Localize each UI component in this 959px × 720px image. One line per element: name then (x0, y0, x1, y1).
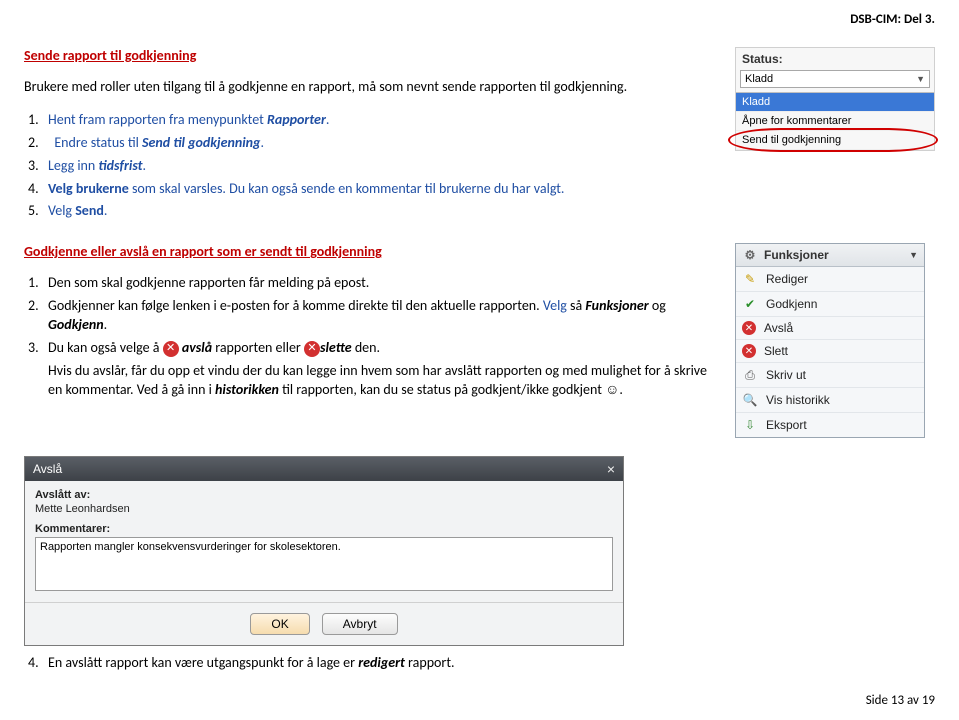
delete-icon: ✕ (742, 344, 756, 358)
menu-item-delete[interactable]: ✕Slett (736, 340, 924, 363)
dialog-title: Avslå (33, 462, 62, 476)
print-icon: ⎙ (742, 367, 758, 383)
status-options-list: Kladd Åpne for kommentarer Send til godk… (736, 92, 934, 150)
status-selected-value: Kladd (745, 73, 773, 85)
step-number: 3. (28, 157, 48, 176)
dialog-titlebar: Avslå × (25, 457, 623, 481)
export-icon: ⇩ (742, 417, 758, 433)
comments-textarea[interactable] (35, 537, 613, 591)
status-dropdown-panel: Status: Kladd ▼ Kladd Åpne for kommentar… (735, 47, 935, 151)
status-option-send-approval[interactable]: Send til godkjenning (736, 131, 934, 150)
menu-item-reject[interactable]: ✕Avslå (736, 317, 924, 340)
intro-paragraph: Brukere med roller uten tilgang til å go… (24, 78, 715, 97)
menu-item-export[interactable]: ⇩Eksport (736, 413, 924, 437)
reject-dialog: Avslå × Avslått av: Mette Leonhardsen Ko… (24, 456, 624, 646)
chevron-down-icon: ▼ (916, 74, 925, 84)
step-number: 4. (28, 654, 48, 673)
check-icon: ✔ (742, 296, 758, 312)
step-text: Den som skal godkjenne rapporten får mel… (48, 274, 369, 293)
rejected-by-label: Avslått av: (35, 489, 613, 501)
status-option-open-comments[interactable]: Åpne for kommentarer (736, 112, 934, 131)
reject-icon: ✕ (742, 321, 756, 335)
step-number: 2. (28, 297, 48, 335)
close-icon[interactable]: × (607, 461, 615, 477)
comments-label: Kommentarer: (35, 523, 613, 535)
rejected-by-value: Mette Leonhardsen (35, 503, 613, 515)
note-paragraph: Hvis du avslår, får du opp et vindu der … (48, 362, 715, 400)
step-text: Hent fram rapporten fra menypunktet Rapp… (48, 111, 329, 130)
chevron-down-icon: ▼ (909, 250, 918, 260)
step-text: Du kan også velge å ✕ avslå rapporten el… (48, 339, 380, 358)
page-number: Side 13 av 19 (24, 693, 935, 708)
step-text: Velg brukerne som skal varsles. Du kan o… (48, 180, 564, 199)
step-number: 2. (28, 134, 48, 153)
history-icon: 🔍 (742, 392, 758, 408)
cancel-button[interactable]: Avbryt (322, 613, 398, 635)
functions-menu-title: Funksjoner (764, 248, 829, 262)
step-text: Legg inn tidsfrist. (48, 157, 146, 176)
ok-button[interactable]: OK (250, 613, 309, 635)
menu-item-edit[interactable]: ✎Rediger (736, 267, 924, 292)
status-label: Status: (736, 48, 934, 66)
step-text: Endre status til Send til godkjenning. (48, 134, 264, 153)
step-text: Godkjenner kan følge lenken i e-posten f… (48, 297, 715, 335)
step-number: 1. (28, 111, 48, 130)
status-option-kladd[interactable]: Kladd (736, 93, 934, 112)
step-number: 3. (28, 339, 48, 358)
step-number: 1. (28, 274, 48, 293)
step-number: 4. (28, 180, 48, 199)
reject-icon: ✕ (163, 341, 179, 357)
document-part-header: DSB-CIM: Del 3. (24, 12, 935, 27)
menu-item-history[interactable]: 🔍Vis historikk (736, 388, 924, 413)
gear-icon: ⚙ (742, 247, 758, 263)
step-text: Velg Send. (48, 202, 107, 221)
section-title-send: Sende rapport til godkjenning (24, 47, 715, 64)
section-title-approve: Godkjenne eller avslå en rapport som er … (24, 243, 715, 260)
status-select[interactable]: Kladd ▼ (740, 70, 930, 88)
step-number: 5. (28, 202, 48, 221)
functions-menu-header[interactable]: ⚙ Funksjoner ▼ (736, 244, 924, 267)
menu-item-print[interactable]: ⎙Skriv ut (736, 363, 924, 388)
edit-icon: ✎ (742, 271, 758, 287)
functions-menu: ⚙ Funksjoner ▼ ✎Rediger ✔Godkjenn ✕Avslå… (735, 243, 925, 438)
delete-icon: ✕ (304, 341, 320, 357)
menu-item-approve[interactable]: ✔Godkjenn (736, 292, 924, 317)
step-text: En avslått rapport kan være utgangspunkt… (48, 654, 455, 673)
